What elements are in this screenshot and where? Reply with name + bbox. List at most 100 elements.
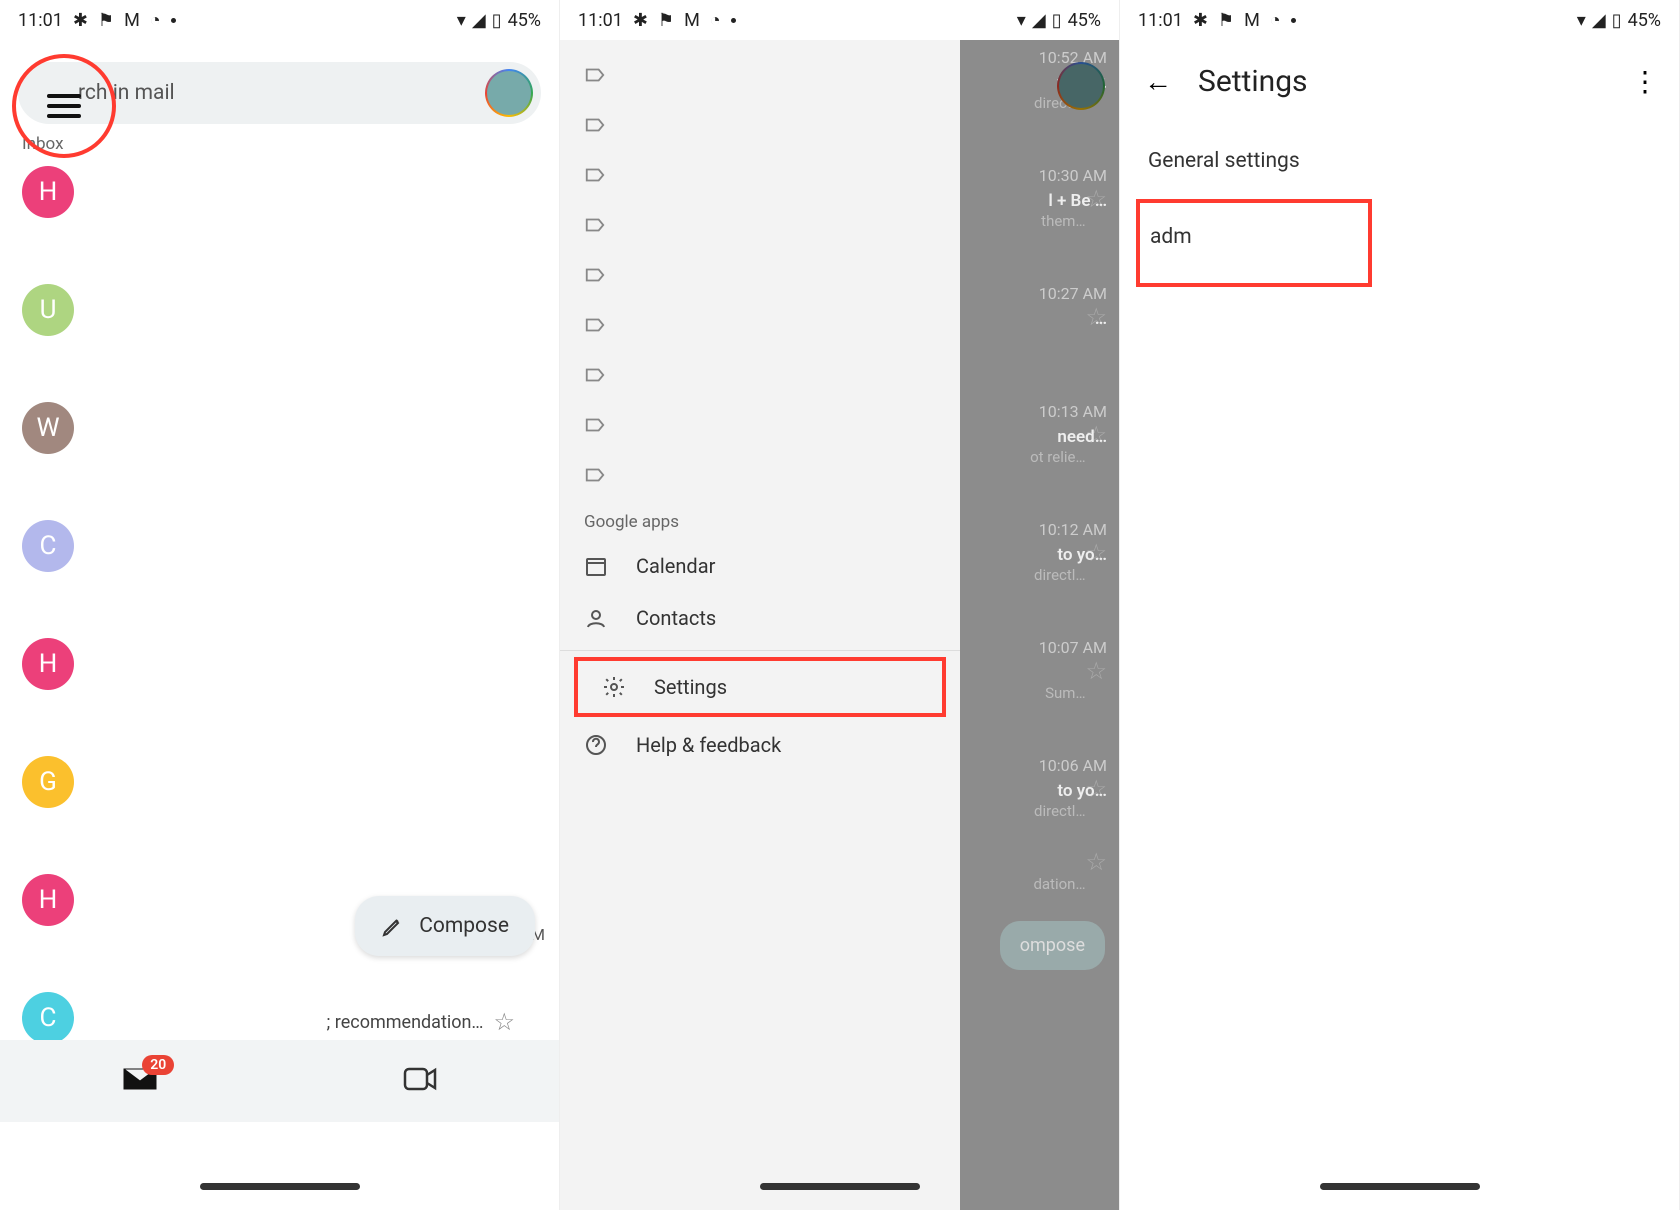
battery-percent: 45% xyxy=(1628,10,1661,31)
contacts-icon xyxy=(584,606,608,630)
signal-icon: ◢ xyxy=(1592,10,1606,31)
gmail-icon: M xyxy=(124,10,140,31)
gmail-icon: M xyxy=(1244,10,1260,31)
label-icon xyxy=(584,414,606,436)
truncated-message: ; recommendation… ☆ xyxy=(327,1008,515,1036)
more-dot-icon xyxy=(731,18,736,23)
sender-avatar[interactable]: W xyxy=(22,402,74,454)
maps-icon: ◔ xyxy=(710,10,721,31)
message-icon: ⚑ xyxy=(98,10,114,31)
slack-icon: ✱ xyxy=(73,10,88,31)
label-icon xyxy=(584,164,606,186)
gesture-bar[interactable] xyxy=(760,1183,920,1190)
page-title: Settings xyxy=(1198,64,1605,99)
message-icon: ⚑ xyxy=(1218,10,1234,31)
inbox-row-peek: 10:27 AM… ☆ xyxy=(999,276,1119,394)
compose-label: Compose xyxy=(419,914,509,938)
bottom-nav: 20 xyxy=(0,1040,559,1122)
sender-avatar[interactable]: G xyxy=(22,756,74,808)
maps-icon: ◔ xyxy=(150,10,161,31)
recommend-text: ; recommendation… xyxy=(327,1012,484,1033)
general-settings-item[interactable]: General settings xyxy=(1120,129,1679,193)
battery-percent: 45% xyxy=(1068,10,1101,31)
sender-avatar[interactable]: H xyxy=(22,166,74,218)
drawer-label-item[interactable] xyxy=(560,450,960,500)
slack-icon: ✱ xyxy=(1193,10,1208,31)
label-icon xyxy=(584,114,606,136)
compose-button[interactable]: Compose xyxy=(355,896,535,956)
menu-button[interactable] xyxy=(47,94,81,118)
drawer-label-item[interactable] xyxy=(560,300,960,350)
phone-screen-2: 11:01 ✱ ⚑ M ◔ ▾ ◢ ▯ 45% Google apps Cale… xyxy=(560,0,1120,1210)
battery-percent: 45% xyxy=(508,10,541,31)
profile-avatar[interactable] xyxy=(485,69,533,117)
profile-avatar-dimmed xyxy=(1057,62,1105,110)
status-time: 11:01 xyxy=(578,10,623,31)
sender-avatar[interactable]: U xyxy=(22,284,74,336)
label-icon xyxy=(584,64,606,86)
back-button[interactable]: ← xyxy=(1144,65,1172,98)
sender-avatar[interactable]: H xyxy=(22,638,74,690)
inbox-row-peek: 10:12 AMto yo…directl… ☆ xyxy=(999,512,1119,630)
inbox-row-peek: 10:30 AMl + Be …them… ☆ xyxy=(999,158,1119,276)
label-icon xyxy=(584,464,606,486)
sender-avatar[interactable]: H xyxy=(22,874,74,926)
video-icon xyxy=(403,1065,437,1093)
account-item[interactable]: adm xyxy=(1150,225,1192,249)
calendar-label: Calendar xyxy=(636,554,715,578)
drawer-label-item[interactable] xyxy=(560,200,960,250)
drawer-settings[interactable]: Settings xyxy=(578,661,942,713)
mail-tab[interactable]: 20 xyxy=(122,1065,158,1097)
drawer-calendar[interactable]: Calendar xyxy=(560,540,960,592)
gmail-icon: M xyxy=(684,10,700,31)
settings-label: Settings xyxy=(654,675,727,699)
gesture-bar[interactable] xyxy=(1320,1183,1480,1190)
star-icon[interactable]: ☆ xyxy=(493,1008,515,1036)
compose-label: ompose xyxy=(1020,935,1085,956)
more-dot-icon xyxy=(1291,18,1296,23)
signal-icon: ◢ xyxy=(472,10,486,31)
drawer-help[interactable]: Help & feedback xyxy=(560,719,960,771)
label-icon xyxy=(584,364,606,386)
sender-avatar[interactable]: C xyxy=(22,520,74,572)
label-icon xyxy=(584,314,606,336)
drawer-label-item[interactable] xyxy=(560,250,960,300)
wifi-icon: ▾ xyxy=(1577,10,1586,31)
slack-icon: ✱ xyxy=(633,10,648,31)
contacts-label: Contacts xyxy=(636,606,716,630)
status-bar: 11:01 ✱ ⚑ M ◔ ▾ ◢ ▯ 45% xyxy=(560,0,1119,40)
meet-tab[interactable] xyxy=(403,1065,437,1097)
battery-icon: ▯ xyxy=(1052,10,1062,31)
drawer-label-item[interactable] xyxy=(560,50,960,100)
overflow-menu[interactable]: ⋮ xyxy=(1631,65,1655,98)
status-bar: 11:01 ✱ ⚑ M ◔ ▾ ◢ ▯ 45% xyxy=(0,0,559,40)
gesture-bar[interactable] xyxy=(200,1183,360,1190)
drawer-contacts[interactable]: Contacts xyxy=(560,592,960,644)
calendar-icon xyxy=(584,554,608,578)
gear-icon xyxy=(602,675,626,699)
drawer-label-item[interactable] xyxy=(560,400,960,450)
drawer-label-item[interactable] xyxy=(560,150,960,200)
mail-badge-count: 20 xyxy=(142,1055,174,1075)
sender-avatar[interactable]: C xyxy=(22,992,74,1044)
drawer-label-item[interactable] xyxy=(560,350,960,400)
label-icon xyxy=(584,264,606,286)
drawer-section-apps: Google apps xyxy=(560,500,960,540)
message-icon: ⚑ xyxy=(658,10,674,31)
help-label: Help & feedback xyxy=(636,733,781,757)
battery-icon: ▯ xyxy=(492,10,502,31)
status-bar: 11:01 ✱ ⚑ M ◔ ▾ ◢ ▯ 45% xyxy=(1120,0,1679,40)
signal-icon: ◢ xyxy=(1032,10,1046,31)
pencil-icon xyxy=(381,914,405,938)
navigation-drawer[interactable]: Google apps Calendar Contacts Settings H… xyxy=(560,40,960,1210)
phone-screen-3: 11:01 ✱ ⚑ M ◔ ▾ ◢ ▯ 45% ← Settings ⋮ Gen… xyxy=(1120,0,1680,1210)
drawer-label-item[interactable] xyxy=(560,100,960,150)
status-time: 11:01 xyxy=(1138,10,1183,31)
divider xyxy=(560,650,960,651)
wifi-icon: ▾ xyxy=(1017,10,1026,31)
battery-icon: ▯ xyxy=(1612,10,1622,31)
wifi-icon: ▾ xyxy=(457,10,466,31)
inbox-row-peek: 10:07 AMSum… ☆ xyxy=(999,630,1119,748)
more-dot-icon xyxy=(171,18,176,23)
inbox-row-peek: 10:13 AMneed…ot relie… ☆ xyxy=(999,394,1119,512)
